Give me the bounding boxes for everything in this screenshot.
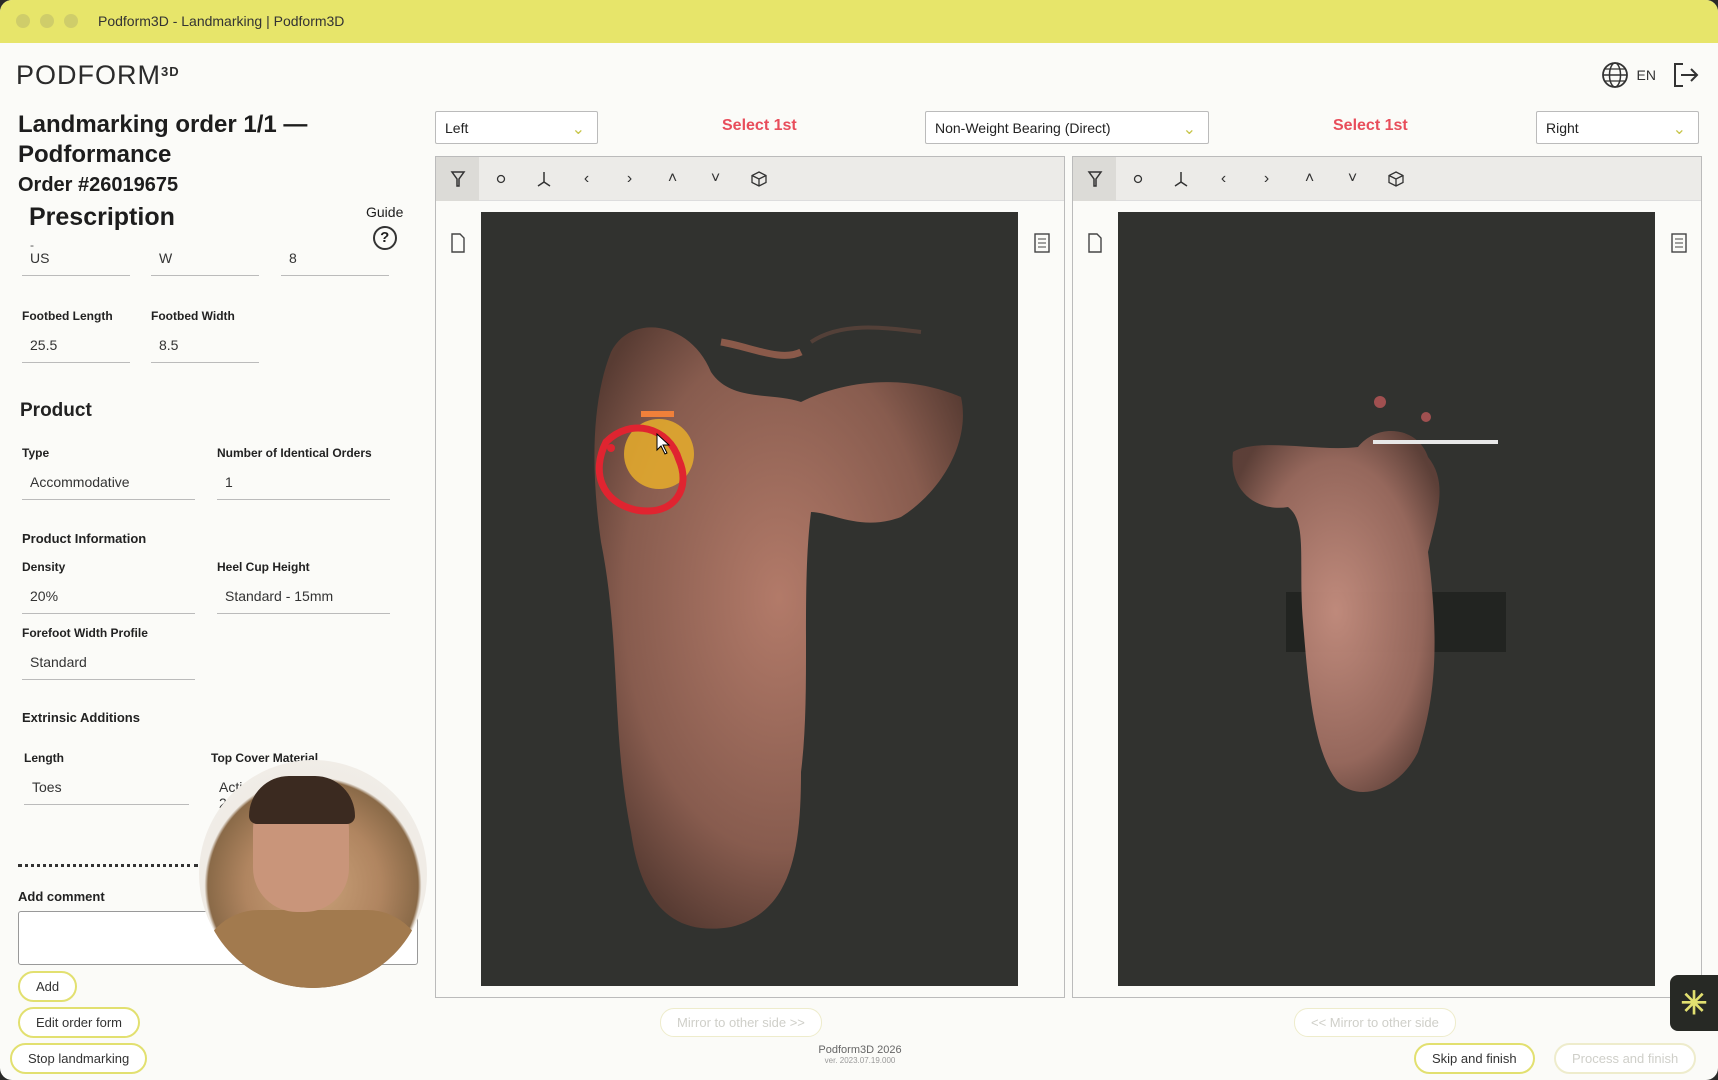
header-actions: EN	[1601, 60, 1700, 90]
add-comment-button[interactable]: Add	[18, 971, 78, 1002]
cube-view-icon[interactable]	[737, 157, 780, 201]
comment-label: Add comment	[18, 889, 105, 904]
size-field[interactable]: 8	[281, 236, 389, 276]
language-switcher[interactable]: EN	[1601, 61, 1656, 89]
order-number: Order #26019675	[18, 174, 179, 196]
identical-orders-field[interactable]: Number of Identical Orders 1	[217, 446, 390, 500]
point-tool-icon[interactable]	[479, 157, 522, 201]
landmark-tool-icon[interactable]	[436, 156, 479, 201]
close-window-button[interactable]	[16, 14, 30, 28]
file-icon[interactable]	[450, 233, 466, 258]
select-first-left: Select 1st	[722, 117, 797, 134]
asterisk-widget-icon[interactable]: ✳	[1670, 975, 1718, 1031]
footbed-length-field[interactable]: Footbed Length 25.5	[22, 309, 130, 363]
skip-and-finish-button[interactable]: Skip and finish	[1414, 1043, 1535, 1074]
chevron-right-icon[interactable]: ›	[1245, 157, 1288, 201]
chevron-left-icon[interactable]: ‹	[565, 157, 608, 201]
notes-icon[interactable]	[1671, 233, 1687, 258]
right-side-select[interactable]: Right ⌄	[1536, 111, 1699, 144]
section-divider	[18, 864, 198, 867]
forefoot-width-field[interactable]: Forefoot Width Profile Standard	[22, 626, 195, 680]
right-foot-3d-canvas[interactable]	[1118, 212, 1655, 986]
webcam-overlay[interactable]	[199, 760, 427, 988]
left-foot-3d-canvas[interactable]	[481, 212, 1018, 986]
zoom-window-button[interactable]	[64, 14, 78, 28]
cube-view-icon[interactable]	[1374, 157, 1417, 201]
edit-order-form-button[interactable]: Edit order form	[18, 1007, 140, 1038]
length-field[interactable]: Length Toes	[24, 751, 189, 805]
chevron-up-icon[interactable]: ˄	[1288, 157, 1331, 201]
landmark-tool-icon[interactable]	[1073, 156, 1116, 201]
title-bar: Podform3D - Landmarking | Podform3D	[0, 0, 1718, 43]
window-title: Podform3D - Landmarking | Podform3D	[98, 13, 345, 29]
prescription-heading: Prescription	[29, 203, 175, 231]
notes-icon[interactable]	[1034, 233, 1050, 258]
app-logo: PODFORM3D	[16, 60, 180, 90]
select-first-right: Select 1st	[1333, 117, 1408, 134]
mirror-to-right-button[interactable]: Mirror to other side >>	[660, 1008, 822, 1037]
app-window: Podform3D - Landmarking | Podform3D PODF…	[0, 0, 1718, 1080]
extrinsic-heading: Extrinsic Additions	[22, 710, 140, 725]
language-label: EN	[1636, 67, 1656, 83]
product-info-heading: Product Information	[22, 531, 147, 546]
point-tool-icon[interactable]	[1116, 157, 1159, 201]
minimize-window-button[interactable]	[40, 14, 54, 28]
presenter-sweater	[199, 910, 427, 988]
product-heading: Product	[20, 400, 92, 421]
product-type-field[interactable]: Type Accommodative	[22, 446, 195, 500]
chevron-right-icon[interactable]: ›	[608, 157, 651, 201]
stop-landmarking-button[interactable]: Stop landmarking	[10, 1043, 148, 1074]
chevron-down-icon: ⌄	[1672, 121, 1686, 138]
density-field[interactable]: Density 20%	[22, 560, 195, 614]
guide-label: Guide	[366, 204, 404, 220]
left-viewer-toolbar: ‹ › ˄ ˅	[436, 156, 1064, 201]
process-and-finish-button[interactable]: Process and finish	[1554, 1043, 1697, 1074]
left-foot-viewer: ‹ › ˄ ˅	[435, 156, 1065, 998]
footbed-width-field[interactable]: Footbed Width 8.5	[151, 309, 259, 363]
width-field[interactable]: W	[151, 236, 259, 276]
chevron-down-icon: ⌄	[571, 121, 585, 138]
logout-icon[interactable]	[1670, 60, 1700, 90]
chevron-left-icon[interactable]: ‹	[1202, 157, 1245, 201]
left-foot-scan	[594, 325, 963, 929]
left-side-select[interactable]: Left ⌄	[435, 111, 598, 144]
axes-tool-icon[interactable]	[1159, 157, 1202, 201]
presenter-hair	[249, 776, 355, 824]
heel-cup-field[interactable]: Heel Cup Height Standard - 15mm	[217, 560, 390, 614]
chevron-down-icon: ⌄	[1182, 121, 1196, 138]
right-foot-scan	[1232, 396, 1506, 792]
right-viewer-toolbar: ‹ › ˄ ˅	[1073, 156, 1701, 201]
size-system-field[interactable]: US	[22, 236, 130, 276]
chevron-up-icon[interactable]: ˄	[651, 157, 694, 201]
chevron-down-icon[interactable]: ˅	[694, 157, 737, 201]
version-text: ver. 2023.07.19.000	[824, 1056, 896, 1065]
globe-icon	[1601, 62, 1628, 88]
copyright-text: Podform3D 2026	[818, 1044, 902, 1056]
right-foot-viewer: ‹ › ˄ ˅	[1072, 156, 1702, 998]
axes-tool-icon[interactable]	[522, 157, 565, 201]
file-icon[interactable]	[1087, 233, 1103, 258]
chevron-down-icon[interactable]: ˅	[1331, 157, 1374, 201]
order-title: Landmarking order 1/1 — Podformance	[18, 111, 308, 168]
window-controls	[16, 14, 78, 28]
bearing-select[interactable]: Non-Weight Bearing (Direct) ⌄	[925, 111, 1209, 144]
app-footer: Podform3D 2026 ver. 2023.07.19.000	[790, 1044, 930, 1065]
mirror-to-left-button[interactable]: << Mirror to other side	[1294, 1008, 1456, 1037]
